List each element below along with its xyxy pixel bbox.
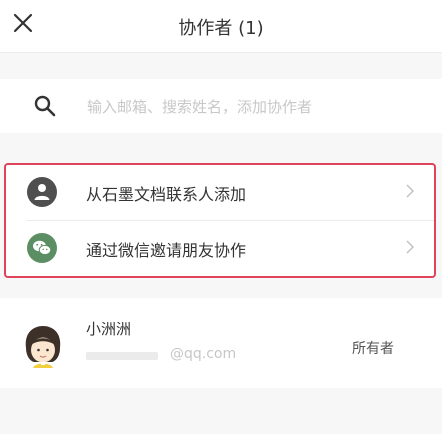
add-collaborator-options: 从石墨文档联系人添加 通过微信邀请朋友协作 [4,163,436,278]
avatar [25,326,61,368]
add-from-contacts-row[interactable]: 从石墨文档联系人添加 [6,165,434,221]
member-list-item[interactable]: 小洲洲 @qq.com 所有者 [0,298,442,388]
search-icon [34,95,56,117]
member-role: 所有者 [352,341,394,357]
search-input[interactable] [85,93,419,121]
wechat-icon [27,233,57,263]
email-domain: @qq.com [170,346,237,362]
page-title: 协作者 (1) [178,18,264,39]
add-from-contacts-label: 从石墨文档联系人添加 [86,185,247,204]
person-icon [27,177,57,207]
search-bar [0,79,442,133]
invite-wechat-label: 通过微信邀请朋友协作 [86,241,247,260]
invite-wechat-row[interactable]: 通过微信邀请朋友协作 [6,221,434,276]
chevron-right-icon [406,240,414,254]
chevron-right-icon [406,184,414,198]
header-bar: 协作者 (1) [0,0,442,53]
email-redaction [86,352,158,360]
member-name: 小洲洲 [86,320,132,338]
